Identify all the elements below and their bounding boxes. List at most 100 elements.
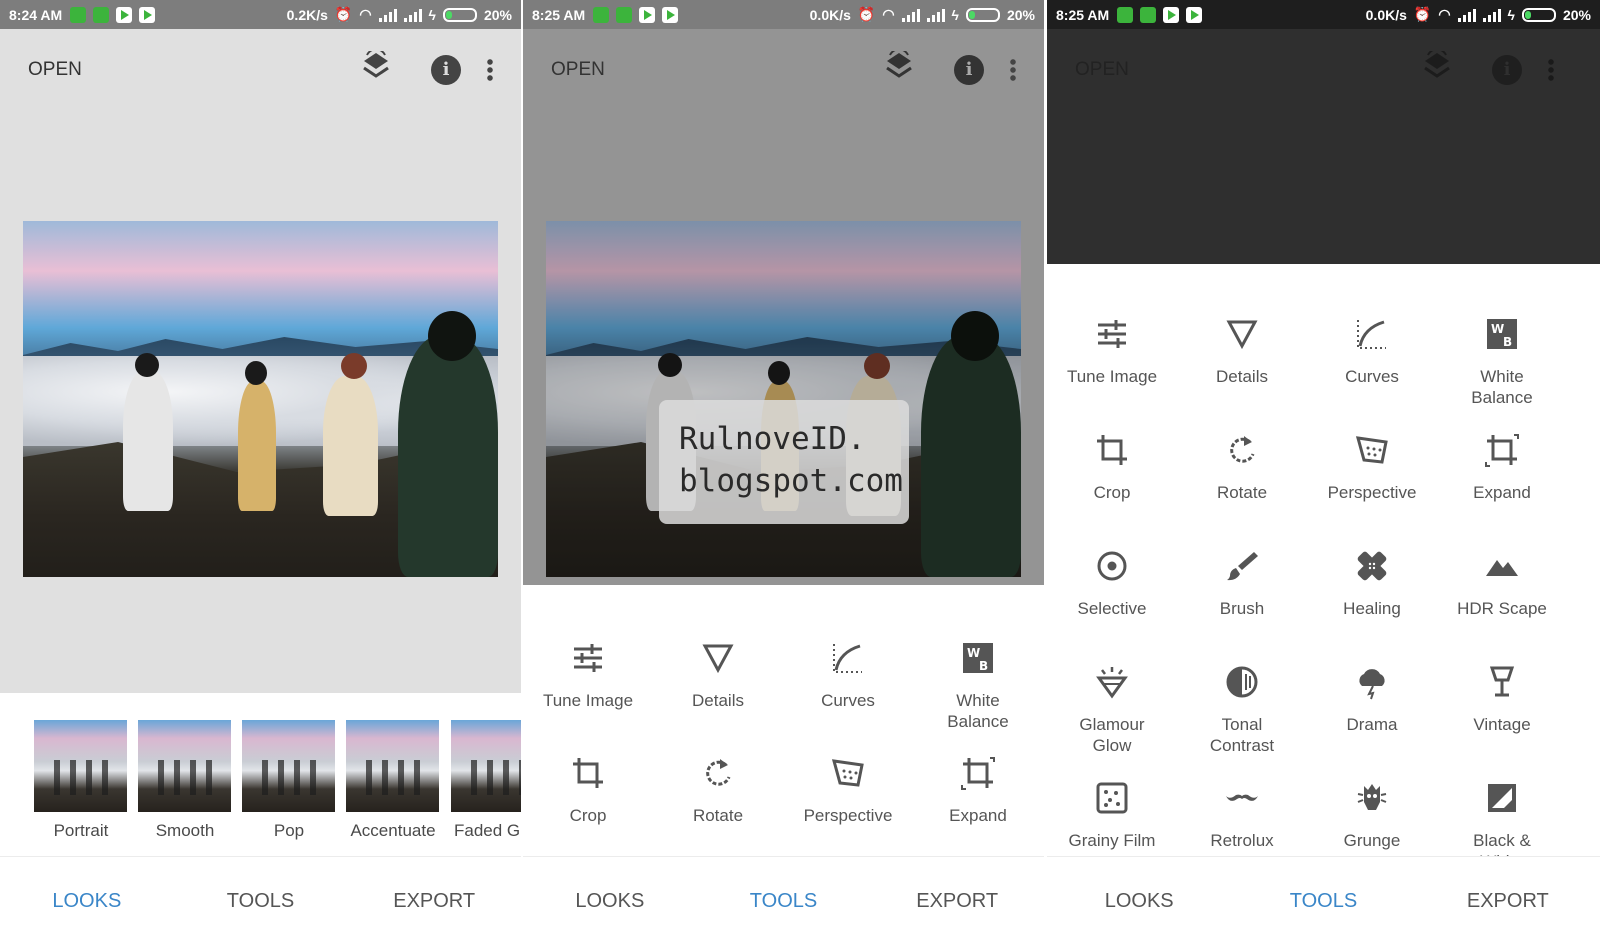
tab-export[interactable]: EXPORT	[1416, 890, 1600, 913]
layers-undo-icon[interactable]	[361, 47, 391, 90]
network-speed: 0.0K/s	[809, 6, 851, 23]
signal-icon	[403, 8, 422, 22]
tool-crop[interactable]: Crop	[1047, 432, 1177, 503]
tab-export[interactable]: EXPORT	[347, 890, 521, 913]
tool-perspective[interactable]: Perspective	[783, 755, 913, 826]
tab-tools[interactable]: TOOLS	[697, 890, 871, 913]
tool-black-white[interactable]: Black & White	[1437, 780, 1567, 856]
healing-icon	[1357, 551, 1387, 581]
tool-label: Perspective	[803, 806, 893, 825]
tool-tonal-contrast[interactable]: Tonal Contrast	[1177, 664, 1307, 756]
play-store-icon	[1163, 6, 1180, 23]
curves-icon	[1357, 320, 1386, 349]
tab-tools[interactable]: TOOLS	[174, 890, 348, 913]
whatsapp-icon	[93, 6, 110, 23]
crop-icon	[1097, 435, 1127, 465]
tool-details[interactable]: Details	[653, 640, 783, 711]
battery-icon	[965, 7, 1000, 22]
black-white-icon	[1488, 784, 1516, 812]
tab-tools[interactable]: TOOLS	[1231, 890, 1415, 913]
tool-label: Selective	[1077, 599, 1147, 618]
drama-icon	[1359, 669, 1385, 700]
curves-icon	[833, 644, 862, 673]
tool-tune-image[interactable]: Tune Image	[1047, 316, 1177, 387]
look-smooth[interactable]: Smooth	[138, 720, 232, 841]
signal-icon	[1482, 8, 1501, 22]
tool-curves[interactable]: Curves	[1307, 316, 1437, 387]
tool-label: Healing	[1343, 599, 1401, 618]
tool-hdr-scape[interactable]: HDR Scape	[1437, 548, 1567, 619]
watermark-line: RulnoveID.	[679, 421, 866, 457]
tool-rotate[interactable]: Rotate	[1177, 432, 1307, 503]
tool-label: Tune Image	[542, 691, 634, 710]
look-label: Faded Gl	[454, 821, 521, 840]
charging-icon: ϟ	[1507, 6, 1515, 23]
open-button[interactable]: OPEN	[551, 59, 605, 81]
brush-icon	[1227, 552, 1258, 581]
whatsapp-icon	[1140, 6, 1157, 23]
play-store-icon	[662, 6, 679, 23]
wifi-icon: ◠	[1438, 6, 1451, 22]
info-icon[interactable]: i	[1492, 55, 1522, 85]
tab-looks[interactable]: LOOKS	[1047, 890, 1231, 913]
tool-grainy-film[interactable]: Grainy Film	[1047, 780, 1177, 851]
look-faded-glow[interactable]: Faded Gl	[451, 720, 521, 841]
layers-undo-icon[interactable]	[884, 47, 914, 90]
line-app-icon	[1117, 6, 1134, 23]
tool-glamour-glow[interactable]: Glamour Glow	[1047, 664, 1177, 756]
more-options-icon[interactable]	[1010, 58, 1016, 82]
tool-white-balance[interactable]: WB White Balance	[1437, 316, 1567, 408]
watermark: RulnoveID. blogspot.com	[659, 400, 909, 524]
open-button[interactable]: OPEN	[28, 59, 82, 81]
tool-crop[interactable]: Crop	[523, 755, 653, 826]
look-accentuate[interactable]: Accentuate	[346, 720, 440, 841]
tool-details[interactable]: Details	[1177, 316, 1307, 387]
info-icon[interactable]: i	[431, 55, 461, 85]
signal-icon	[378, 8, 397, 22]
bottom-nav: LOOKS TOOLS EXPORT	[523, 856, 1044, 945]
info-icon[interactable]: i	[954, 55, 984, 85]
open-button[interactable]: OPEN	[1075, 59, 1129, 81]
more-options-icon[interactable]	[487, 58, 493, 82]
tool-label: Tune Image	[1066, 367, 1158, 386]
charging-icon: ϟ	[951, 6, 959, 23]
tool-grunge[interactable]: Grunge	[1307, 780, 1437, 851]
tool-selective[interactable]: Selective	[1047, 548, 1177, 619]
screen-tools-expanded: 8:25 AM 0.0K/s ⏰ ◠ ϟ 20% OPEN i Tune Ima…	[1047, 0, 1600, 945]
play-store-icon	[116, 6, 133, 23]
layers-undo-icon[interactable]	[1422, 47, 1452, 90]
tool-retrolux[interactable]: Retrolux	[1177, 780, 1307, 851]
alarm-icon: ⏰	[1413, 6, 1432, 22]
tool-label: Curves	[1345, 367, 1399, 386]
looks-strip: Portrait Smooth Pop Accentuate Faded Gl	[0, 693, 521, 856]
tool-brush[interactable]: Brush	[1177, 548, 1307, 619]
crop-icon	[573, 758, 603, 788]
tune-icon	[1098, 320, 1126, 348]
tool-expand[interactable]: Expand	[913, 755, 1043, 826]
tool-white-balance[interactable]: WB White Balance	[913, 640, 1043, 732]
tool-drama[interactable]: Drama	[1307, 664, 1437, 735]
bottom-nav: LOOKS TOOLS EXPORT	[0, 856, 521, 945]
look-portrait[interactable]: Portrait	[34, 720, 128, 841]
tool-healing[interactable]: Healing	[1307, 548, 1437, 619]
perspective-icon	[831, 759, 864, 787]
tab-export[interactable]: EXPORT	[870, 890, 1044, 913]
tool-curves[interactable]: Curves	[783, 640, 913, 711]
tool-expand[interactable]: Expand	[1437, 432, 1567, 503]
watermark-line: blogspot.com	[679, 463, 903, 499]
tool-tune-image[interactable]: Tune Image	[523, 640, 653, 711]
tab-looks[interactable]: LOOKS	[0, 890, 174, 913]
look-pop[interactable]: Pop	[242, 720, 336, 841]
retrolux-icon	[1226, 794, 1258, 801]
tool-vintage[interactable]: Vintage	[1437, 664, 1567, 735]
play-store-icon	[1186, 6, 1203, 23]
tool-label: Black & White	[1473, 831, 1531, 856]
tool-perspective[interactable]: Perspective	[1307, 432, 1437, 503]
play-store-icon	[139, 6, 156, 23]
tonal-contrast-icon	[1226, 666, 1258, 698]
tool-rotate[interactable]: Rotate	[653, 755, 783, 826]
svg-text:W: W	[1491, 322, 1504, 336]
more-options-icon[interactable]	[1548, 58, 1554, 82]
screen-looks: 8:24 AM 0.2K/s ⏰ ◠ ϟ 20% OPEN i Portrait…	[0, 0, 521, 945]
tab-looks[interactable]: LOOKS	[523, 890, 697, 913]
